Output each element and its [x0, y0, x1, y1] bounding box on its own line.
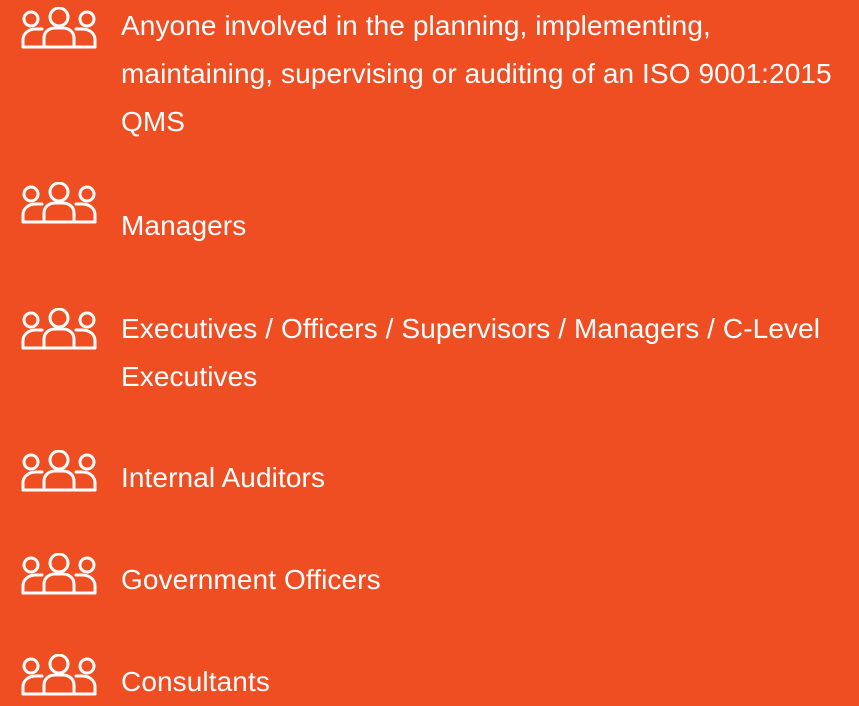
audience-item-label: Consultants: [121, 666, 270, 697]
group-icon: [19, 654, 99, 702]
audience-item-label: Anyone involved in the planning, impleme…: [121, 10, 832, 137]
audience-item-label: Internal Auditors: [121, 462, 326, 493]
audience-item-label: Government Officers: [121, 564, 381, 595]
audience-item-label: Executives / Officers / Supervisors / Ma…: [121, 313, 821, 392]
audience-item-label: Managers: [121, 210, 247, 241]
group-icon: [19, 7, 99, 55]
group-icon: [19, 308, 99, 356]
group-icon: [19, 182, 99, 230]
group-icon: [19, 450, 99, 498]
group-icon: [19, 553, 99, 601]
